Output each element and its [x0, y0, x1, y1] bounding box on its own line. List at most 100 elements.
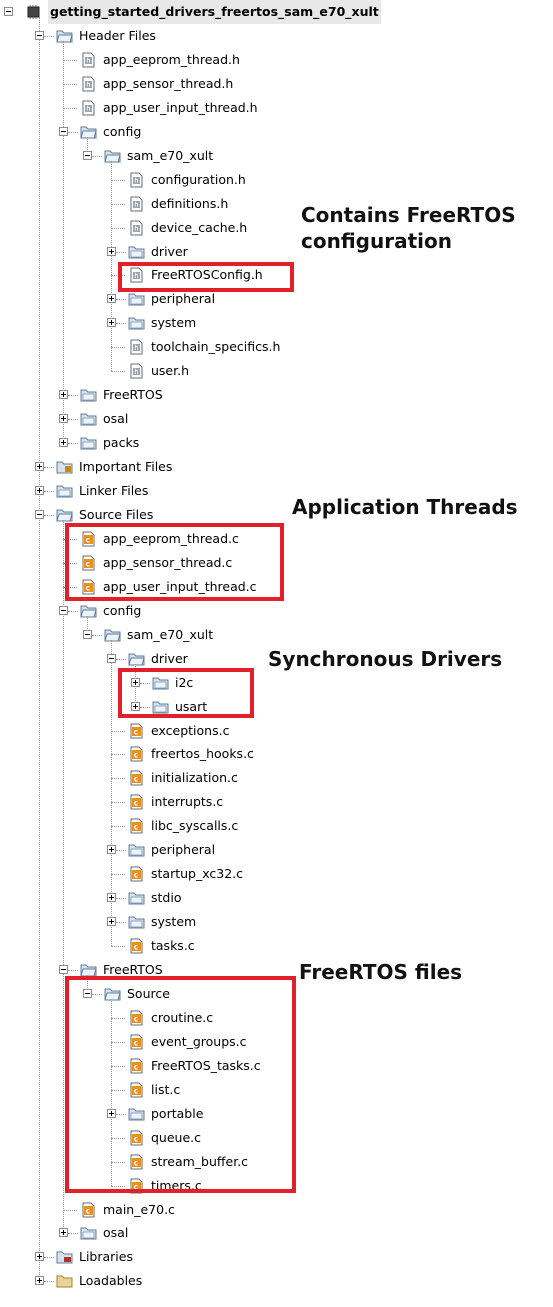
tree-node-config[interactable]: config [0, 120, 553, 144]
collapse-toggle-icon[interactable] [4, 7, 13, 16]
tree-node-initialization-c[interactable]: c initialization.c [0, 766, 553, 790]
tree-node-stdio[interactable]: stdio [0, 886, 553, 910]
collapse-toggle-icon[interactable] [83, 150, 92, 160]
tree-connector [68, 395, 78, 397]
tree-node-startup-xc32-c[interactable]: c startup_xc32.c [0, 862, 553, 886]
collapse-toggle-icon[interactable] [59, 126, 68, 136]
tree-node-osal[interactable]: osal [0, 407, 553, 431]
expand-toggle-icon[interactable] [35, 1276, 44, 1286]
header-file-icon: h [128, 363, 145, 379]
tree-node-packs[interactable]: packs [0, 431, 553, 455]
tree-node-exceptions-c[interactable]: c exceptions.c [0, 719, 553, 743]
c-file-icon: c [80, 1202, 97, 1218]
tree-node-label: Linker Files [79, 483, 149, 498]
tree-connector [111, 754, 125, 756]
expand-toggle-icon[interactable] [59, 414, 68, 424]
expand-toggle-icon[interactable] [107, 893, 116, 903]
expand-toggle-icon[interactable] [107, 294, 116, 304]
tree-node-app-eeprom-thread-h[interactable]: h app_eeprom_thread.h [0, 48, 553, 72]
tree-connector [116, 658, 126, 660]
tree-node-app-user-input-thread-h[interactable]: h app_user_input_thread.h [0, 96, 553, 120]
tree-node-configuration-h[interactable]: h configuration.h [0, 168, 553, 192]
tree-node-usart[interactable]: usart [0, 695, 553, 719]
tree-node-label: definitions.h [151, 195, 229, 211]
svg-text:h: h [134, 225, 138, 233]
tree-connector [111, 802, 125, 804]
expand-toggle-icon[interactable] [107, 917, 116, 927]
tree-node-label: system [151, 315, 197, 331]
tree-node-main-e70-c[interactable]: c main_e70.c [0, 1198, 553, 1222]
tree-node-label: startup_xc32.c [151, 866, 244, 882]
collapse-toggle-icon[interactable] [83, 629, 92, 639]
expand-toggle-icon[interactable] [59, 1228, 68, 1238]
annotation-freertos-config: Contains FreeRTOS configuration [301, 203, 516, 253]
tree-node-libraries[interactable]: Libraries [0, 1245, 553, 1269]
libraries-folder-icon [56, 1249, 73, 1265]
tree-node-getting-started-drivers-freertos-sam-e70-xult[interactable]: getting_started_drivers_freertos_sam_e70… [0, 0, 553, 24]
folder-icon [80, 435, 97, 451]
expand-toggle-icon[interactable] [107, 845, 116, 855]
svg-text:c: c [134, 799, 139, 808]
expand-toggle-icon[interactable] [107, 318, 116, 328]
expand-toggle-icon[interactable] [59, 438, 68, 448]
tree-node-freertos[interactable]: FreeRTOS [0, 383, 553, 407]
tree-node-label: stdio [151, 890, 182, 906]
tree-connector [63, 107, 77, 109]
tree-node-toolchain-specifics-h[interactable]: h toolchain_specifics.h [0, 335, 553, 359]
tree-node-interrupts-c[interactable]: c interrupts.c [0, 790, 553, 814]
tree-node-label: libc_syscalls.c [151, 818, 239, 834]
svg-text:h: h [86, 105, 90, 113]
tree-node-config[interactable]: config [0, 599, 553, 623]
tree-connector [44, 467, 54, 469]
collapse-toggle-icon[interactable] [35, 509, 44, 519]
header-file-icon: h [128, 339, 145, 355]
collapse-toggle-icon[interactable] [107, 653, 116, 663]
collapse-toggle-icon[interactable] [35, 30, 44, 40]
expand-toggle-icon[interactable] [35, 462, 44, 472]
expand-toggle-icon[interactable] [35, 486, 44, 495]
tree-node-freertos-hooks-c[interactable]: c freertos_hooks.c [0, 742, 553, 766]
svg-text:c: c [134, 943, 139, 952]
tree-node-tasks-c[interactable]: c tasks.c [0, 934, 553, 958]
tree-connector [111, 203, 125, 205]
collapse-toggle-icon[interactable] [59, 605, 68, 615]
tree-node-loadables[interactable]: Loadables [0, 1269, 553, 1293]
folder-icon [128, 315, 145, 331]
tree-node-label: Loadables [79, 1273, 143, 1289]
tree-node-sam-e70-xult[interactable]: sam_e70_xult [0, 623, 553, 647]
tree-node-app-sensor-thread-h[interactable]: h app_sensor_thread.h [0, 72, 553, 96]
tree-node-label: Header Files [79, 27, 156, 43]
tree-connector [68, 443, 78, 445]
tree-node-user-h[interactable]: h user.h [0, 359, 553, 383]
c-file-icon: c [128, 723, 145, 739]
c-file-icon: c [128, 866, 145, 882]
folder-open-icon [104, 148, 121, 164]
annotation-synchronous-drivers: Synchronous Drivers [268, 647, 503, 671]
expand-toggle-icon[interactable] [107, 246, 116, 256]
tree-node-label: freertos_hooks.c [151, 746, 254, 762]
tree-node-peripheral[interactable]: peripheral [0, 838, 553, 862]
tree-node-header-files[interactable]: Header Files [0, 24, 553, 48]
tree-connector [111, 227, 125, 229]
tree-node-system[interactable]: system [0, 910, 553, 934]
header-file-icon: h [80, 52, 97, 68]
folder-icon [80, 411, 97, 427]
tree-connector [116, 898, 126, 900]
tree-node-libc-syscalls-c[interactable]: c libc_syscalls.c [0, 814, 553, 838]
tree-node-important-files[interactable]: Important Files [0, 455, 553, 479]
tree-node-system[interactable]: system [0, 311, 553, 335]
tree-node-sam-e70-xult[interactable]: sam_e70_xult [0, 144, 553, 168]
tree-node-label: config [103, 602, 142, 618]
tree-connector [68, 131, 78, 133]
expand-toggle-icon[interactable] [35, 1252, 44, 1262]
folder-icon [56, 483, 73, 499]
tree-node-osal[interactable]: osal [0, 1221, 553, 1245]
tree-connector [111, 778, 125, 780]
expand-toggle-icon[interactable] [59, 390, 68, 400]
collapse-toggle-icon[interactable] [59, 965, 68, 974]
svg-text:c: c [134, 823, 139, 832]
tree-node-label: osal [103, 1225, 129, 1241]
svg-text:h: h [86, 57, 90, 65]
tree-node-i2c[interactable]: i2c [0, 671, 553, 695]
svg-text:c: c [86, 1206, 91, 1215]
